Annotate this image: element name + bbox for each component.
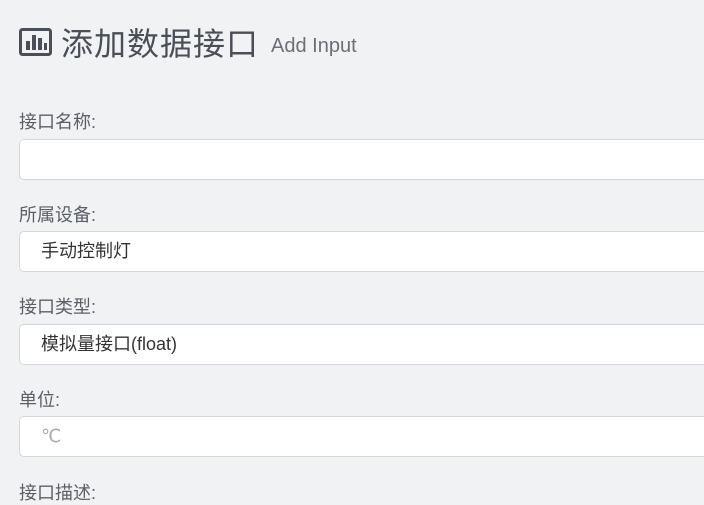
device-label: 所属设备: (19, 205, 97, 225)
interface-type-select-value: 模拟量接口(float) (41, 334, 178, 354)
interface-type-label: 接口类型: (19, 297, 97, 317)
interface-name-input[interactable] (19, 139, 704, 180)
interface-type-select[interactable]: 模拟量接口(float) (19, 324, 704, 365)
page-header: 添加数据接口 Add Input (19, 20, 357, 64)
page-title: 添加数据接口 (61, 26, 260, 62)
bar-chart-icon (19, 28, 52, 56)
unit-input[interactable] (19, 416, 704, 457)
interface-name-label: 接口名称: (19, 112, 97, 132)
interface-description-label: 接口描述: (19, 483, 97, 503)
unit-label: 单位: (19, 390, 61, 410)
device-select-value: 手动控制灯 (41, 241, 131, 261)
page-subtitle: Add Input (271, 34, 357, 57)
device-select[interactable]: 手动控制灯 (19, 231, 704, 272)
